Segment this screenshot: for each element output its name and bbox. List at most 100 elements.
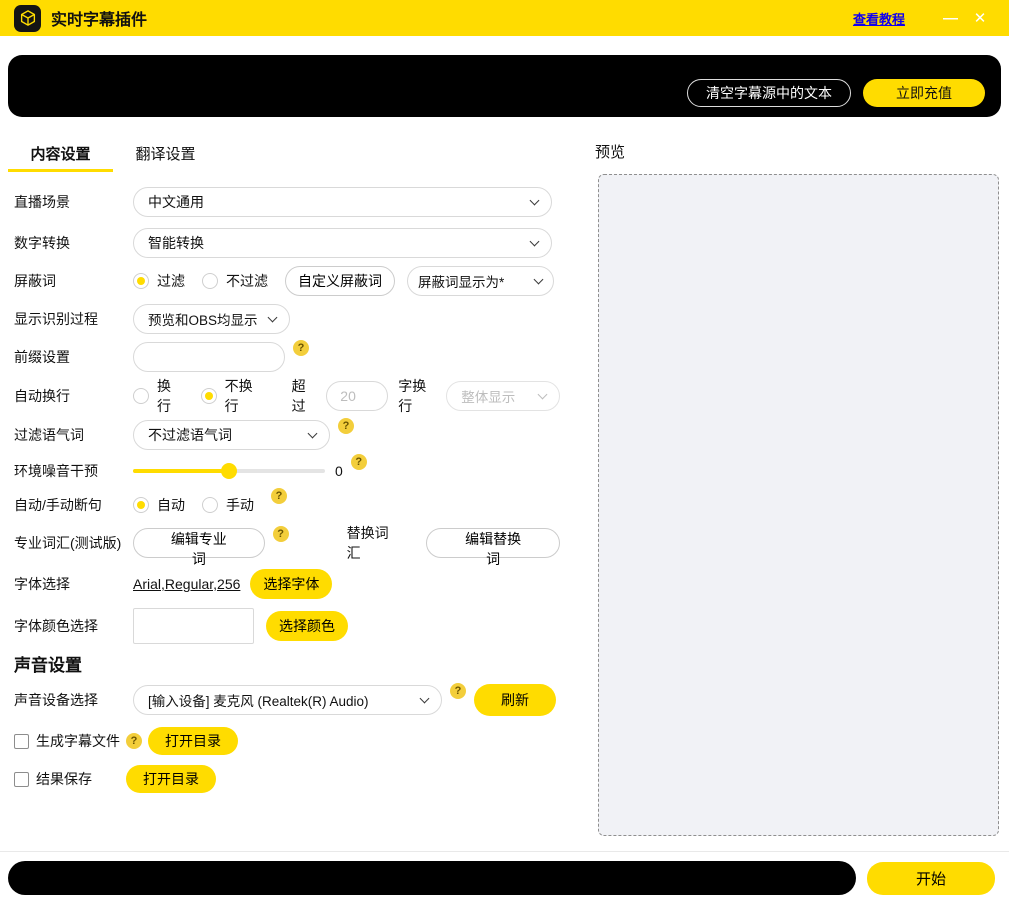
tutorial-link[interactable]: 查看教程: [853, 9, 905, 28]
pro-vocab-label: 专业词汇(测试版): [14, 533, 133, 553]
help-icon[interactable]: ?: [450, 683, 466, 699]
sound-device-select[interactable]: [输入设备] 麦克风 (Realtek(R) Audio): [133, 685, 442, 715]
tab-content-settings[interactable]: 内容设置: [8, 138, 113, 172]
radio-no-filter-label[interactable]: 不过滤: [226, 271, 268, 291]
filler-filter-label: 过滤语气词: [14, 425, 133, 445]
result-save-checkbox[interactable]: [14, 772, 29, 787]
help-icon[interactable]: ?: [338, 418, 354, 434]
minimize-button[interactable]: —: [935, 10, 965, 27]
result-save-label[interactable]: 结果保存: [36, 769, 92, 789]
noise-slider[interactable]: [133, 463, 325, 479]
row-filler-filter: 过滤语气词 不过滤语气词 ?: [14, 416, 560, 454]
blocked-words-display-value: 屏蔽词显示为*: [418, 271, 504, 291]
radio-manual-break-label[interactable]: 手动: [226, 495, 254, 515]
row-sound-device: 声音设备选择 [输入设备] 麦克风 (Realtek(R) Audio) ? 刷…: [14, 678, 560, 722]
start-button[interactable]: 开始: [867, 862, 995, 895]
recognition-display-select[interactable]: 预览和OBS均显示: [133, 304, 290, 334]
row-result-save: 结果保存 打开目录: [14, 760, 560, 798]
row-blocked-words: 屏蔽词 过滤 不过滤 自定义屏蔽词 屏蔽词显示为*: [14, 262, 560, 300]
live-scene-label: 直播场景: [14, 192, 133, 212]
help-icon[interactable]: ?: [271, 488, 287, 504]
subtitle-file-checkbox[interactable]: [14, 734, 29, 749]
row-subtitle-file: 生成字幕文件 ? 打开目录: [14, 722, 560, 760]
chevron-down-icon: [530, 237, 540, 247]
number-convert-value: 智能转换: [148, 233, 204, 253]
help-icon[interactable]: ?: [273, 526, 289, 542]
tab-translate-settings[interactable]: 翻译设置: [113, 138, 218, 172]
radio-no-wrap-label[interactable]: 不换行: [225, 376, 265, 416]
edit-replace-words-button[interactable]: 编辑替换词: [426, 528, 560, 558]
recognition-display-label: 显示识别过程: [14, 309, 133, 329]
choose-color-button[interactable]: 选择颜色: [266, 611, 348, 641]
radio-no-filter[interactable]: [202, 273, 218, 289]
app-title: 实时字幕插件: [51, 6, 147, 30]
auto-wrap-label: 自动换行: [14, 386, 133, 406]
replace-vocab-label: 替换词汇: [347, 523, 403, 563]
recognition-display-value: 预览和OBS均显示: [148, 309, 258, 329]
number-convert-label: 数字转换: [14, 233, 133, 253]
top-banner: 清空字幕源中的文本 立即充值: [8, 55, 1001, 117]
number-convert-select[interactable]: 智能转换: [133, 228, 552, 258]
footer: 开始: [0, 851, 1009, 895]
help-icon[interactable]: ?: [293, 340, 309, 356]
refresh-button[interactable]: 刷新: [474, 684, 556, 716]
radio-wrap-label[interactable]: 换行: [157, 376, 184, 416]
sound-device-value: [输入设备] 麦克风 (Realtek(R) Audio): [148, 690, 369, 710]
live-scene-select[interactable]: 中文通用: [133, 187, 552, 217]
tabs: 内容设置 翻译设置: [0, 138, 560, 172]
prefix-label: 前缀设置: [14, 347, 133, 367]
subtitle-file-label[interactable]: 生成字幕文件: [36, 731, 120, 751]
radio-filter[interactable]: [133, 273, 149, 289]
custom-blocked-words-button[interactable]: 自定义屏蔽词: [285, 266, 395, 296]
noise-slider-fill: [133, 469, 229, 473]
current-font-link[interactable]: Arial,Regular,256: [133, 576, 240, 592]
open-result-dir-button[interactable]: 打开目录: [126, 765, 216, 793]
radio-wrap[interactable]: [133, 388, 149, 404]
font-label: 字体选择: [14, 574, 133, 594]
open-subtitle-dir-button[interactable]: 打开目录: [148, 727, 238, 755]
edit-pro-words-button[interactable]: 编辑专业词: [133, 528, 265, 558]
titlebar: 实时字幕插件 查看教程 — ✕: [0, 0, 1009, 36]
sound-device-label: 声音设备选择: [14, 690, 133, 710]
row-live-scene: 直播场景 中文通用: [14, 180, 560, 224]
row-sound-section: 声音设置: [14, 648, 560, 678]
over-label: 超过: [292, 376, 319, 416]
radio-auto-break[interactable]: [133, 497, 149, 513]
sound-section-title: 声音设置: [14, 651, 82, 676]
row-font-color: 字体颜色选择 选择颜色: [14, 604, 560, 648]
radio-manual-break[interactable]: [202, 497, 218, 513]
radio-auto-break-label[interactable]: 自动: [157, 495, 185, 515]
noise-slider-thumb[interactable]: [221, 463, 237, 479]
recharge-button[interactable]: 立即充值: [863, 79, 985, 107]
chevron-down-icon: [308, 429, 318, 439]
row-noise: 环境噪音干预 0 ?: [14, 454, 560, 488]
close-button[interactable]: ✕: [965, 9, 995, 27]
chevron-down-icon: [530, 196, 540, 206]
sentence-break-label: 自动/手动断句: [14, 495, 133, 515]
chevron-down-icon: [538, 390, 548, 400]
live-scene-value: 中文通用: [148, 192, 204, 212]
wrap-suffix-label: 字换行: [398, 376, 438, 416]
radio-no-wrap[interactable]: [201, 388, 217, 404]
font-color-input[interactable]: [133, 608, 254, 644]
wrap-mode-select[interactable]: 整体显示: [446, 381, 560, 411]
clear-subtitle-source-button[interactable]: 清空字幕源中的文本: [687, 79, 851, 107]
help-icon[interactable]: ?: [126, 733, 142, 749]
row-number-convert: 数字转换 智能转换: [14, 224, 560, 262]
choose-font-button[interactable]: 选择字体: [250, 569, 332, 599]
filler-filter-select[interactable]: 不过滤语气词: [133, 420, 330, 450]
radio-filter-label[interactable]: 过滤: [157, 271, 185, 291]
wrap-count-input[interactable]: [326, 381, 388, 411]
help-icon[interactable]: ?: [351, 454, 367, 470]
font-color-label: 字体颜色选择: [14, 616, 133, 636]
row-auto-wrap: 自动换行 换行 不换行 超过 字换行 整体显示: [14, 376, 560, 416]
noise-value: 0: [335, 463, 343, 479]
chevron-down-icon: [268, 313, 278, 323]
blocked-words-display-select[interactable]: 屏蔽词显示为*: [407, 266, 554, 296]
cube-icon: [19, 9, 37, 27]
row-pro-vocab: 专业词汇(测试版) 编辑专业词 ? 替换词汇 编辑替换词: [14, 522, 560, 564]
app-logo: [14, 5, 41, 32]
preview-title: 预览: [595, 141, 1009, 162]
prefix-input[interactable]: [133, 342, 285, 372]
row-recognition-display: 显示识别过程 预览和OBS均显示: [14, 300, 560, 338]
